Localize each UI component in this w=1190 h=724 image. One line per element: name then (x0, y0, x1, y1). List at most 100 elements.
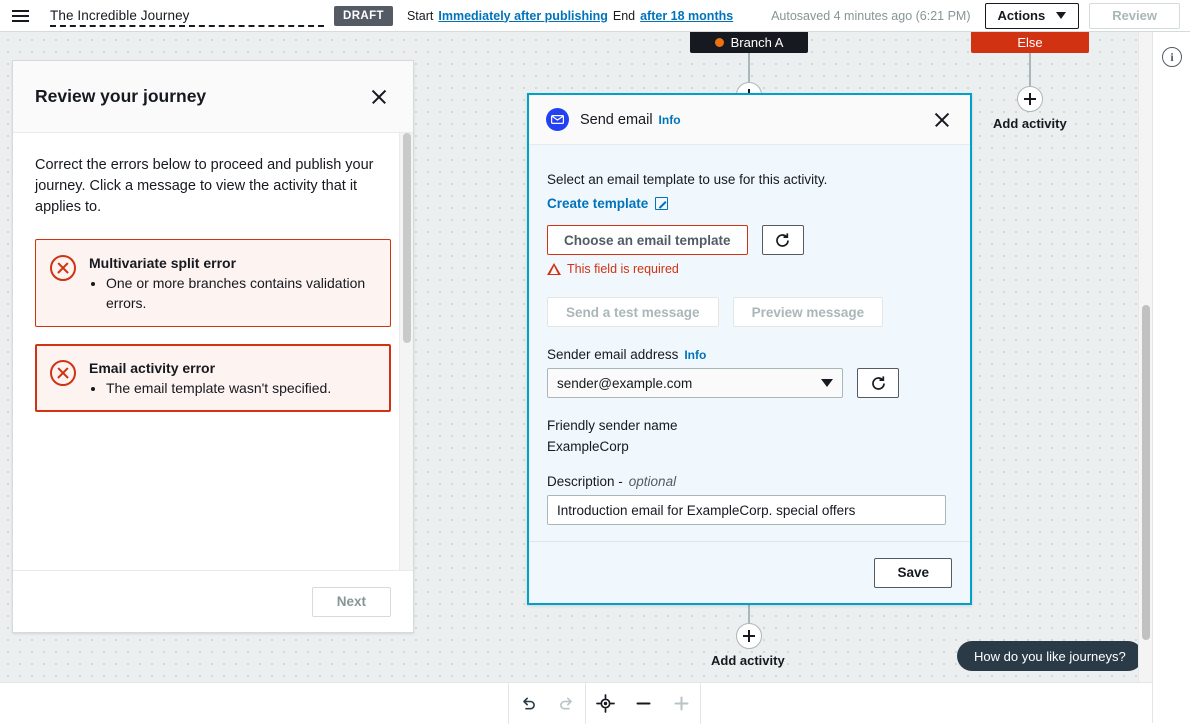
chevron-down-icon (1056, 12, 1066, 19)
review-panel-scrollbar[interactable] (399, 133, 413, 570)
message-actions-row: Send a test message Preview message (547, 297, 952, 327)
journey-canvas[interactable]: Branch A Else Add activity Add activity … (0, 32, 1152, 682)
send-test-message-button[interactable]: Send a test message (547, 297, 719, 327)
review-panel-title: Review your journey (35, 86, 206, 107)
add-activity-label-bottom[interactable]: Add activity (711, 653, 785, 668)
review-panel-header: Review your journey (13, 61, 413, 133)
error-card-multivariate-split[interactable]: Multivariate split error One or more bra… (35, 239, 391, 327)
canvas-bottom-toolbar (0, 682, 1152, 723)
end-value-link[interactable]: after 18 months (640, 9, 733, 23)
email-template-description: Select an email template to use for this… (547, 172, 952, 187)
add-activity-plus-bottom[interactable] (736, 623, 762, 649)
add-activity-label-else[interactable]: Add activity (993, 116, 1067, 131)
hamburger-line (12, 10, 29, 12)
error-card-list: The email template wasn't specified. (106, 378, 331, 398)
friendly-sender-name-value: ExampleCorp (547, 439, 952, 454)
description-optional-text: optional (629, 474, 676, 489)
status-badge: DRAFT (334, 6, 393, 26)
sender-email-select[interactable]: sender@example.com (547, 368, 843, 398)
info-link[interactable]: Info (684, 348, 706, 362)
review-journey-panel: Review your journey Correct the errors b… (12, 60, 414, 633)
send-email-panel-footer: Save (529, 541, 970, 603)
canvas-node-branch-a[interactable]: Branch A (690, 32, 808, 53)
preview-message-button[interactable]: Preview message (733, 297, 884, 327)
chevron-down-icon (821, 379, 833, 387)
sender-email-label-text: Sender email address (547, 347, 678, 362)
connector-line (748, 53, 750, 82)
error-card-item: One or more branches contains validation… (106, 273, 376, 313)
toolbar-divider (700, 683, 701, 724)
canvas-scrollbar[interactable] (1138, 32, 1152, 682)
hamburger-menu-icon[interactable] (0, 0, 40, 32)
email-badge-icon (546, 108, 569, 131)
info-link[interactable]: Info (659, 113, 681, 127)
journey-title-underline (50, 25, 324, 27)
journey-title: The Incredible Journey (50, 8, 190, 23)
branch-status-dot (715, 38, 724, 47)
feedback-pill[interactable]: How do you like journeys? (957, 641, 1143, 671)
review-panel-body: Correct the errors below to proceed and … (13, 133, 413, 570)
friendly-sender-name-label: Friendly sender name (547, 418, 952, 433)
sender-email-label: Sender email address Info (547, 347, 952, 362)
create-template-link[interactable]: Create template (547, 196, 668, 211)
warning-triangle-icon (547, 263, 561, 275)
error-card-email-activity[interactable]: Email activity error The email template … (35, 344, 391, 412)
toolbar-spacer (0, 683, 508, 724)
error-card-title: Email activity error (89, 358, 331, 378)
template-chooser-row: Choose an email template (547, 225, 952, 255)
right-rail: i (1152, 32, 1190, 723)
description-label: Description - optional (547, 474, 952, 489)
review-button[interactable]: Review (1089, 3, 1180, 29)
connector-line (748, 605, 750, 623)
end-label: End (613, 9, 635, 23)
zoom-out-button[interactable] (624, 683, 662, 724)
send-email-panel-title: Send email (580, 112, 653, 128)
sender-email-value: sender@example.com (557, 376, 692, 391)
review-intro-text: Correct the errors below to proceed and … (35, 155, 391, 218)
external-link-icon (655, 197, 668, 210)
zoom-controls (586, 683, 700, 724)
canvas-scrollbar-thumb[interactable] (1142, 305, 1150, 640)
error-circle-icon (50, 255, 76, 281)
canvas-node-else[interactable]: Else (971, 32, 1089, 53)
description-label-text: Description - (547, 474, 623, 489)
autosave-status: Autosaved 4 minutes ago (6:21 PM) (771, 9, 970, 23)
review-panel-scrollbar-thumb[interactable] (403, 133, 411, 343)
error-card-item: The email template wasn't specified. (106, 378, 331, 398)
zoom-in-button[interactable] (662, 683, 700, 724)
send-email-panel-body: Select an email template to use for this… (529, 145, 970, 541)
error-card-title: Multivariate split error (89, 253, 376, 273)
top-bar: The Incredible Journey DRAFT Start Immed… (0, 0, 1190, 32)
schedule-summary: Start Immediately after publishing End a… (407, 9, 733, 23)
save-button[interactable]: Save (874, 558, 952, 588)
error-card-content: Email activity error The email template … (89, 358, 331, 398)
journey-title-field[interactable]: The Incredible Journey (40, 0, 330, 32)
actions-button[interactable]: Actions (985, 3, 1080, 29)
sender-email-row: sender@example.com (547, 368, 952, 398)
next-button[interactable]: Next (312, 587, 391, 617)
choose-email-template-button[interactable]: Choose an email template (547, 225, 748, 255)
start-value-link[interactable]: Immediately after publishing (438, 9, 607, 23)
refresh-sender-button[interactable] (857, 368, 899, 398)
error-card-list: One or more branches contains validation… (106, 273, 376, 313)
history-controls (509, 683, 585, 724)
start-label: Start (407, 9, 433, 23)
review-panel-footer: Next (13, 570, 413, 632)
actions-button-label: Actions (998, 8, 1046, 23)
info-circle-icon[interactable]: i (1162, 47, 1182, 67)
canvas-node-else-label: Else (1017, 35, 1042, 50)
refresh-templates-button[interactable] (762, 225, 804, 255)
center-target-button[interactable] (586, 683, 624, 724)
redo-button[interactable] (547, 683, 585, 724)
send-email-panel-header: Send email Info (529, 95, 970, 145)
send-email-panel: Send email Info Select an email template… (527, 93, 972, 605)
error-card-content: Multivariate split error One or more bra… (89, 253, 376, 313)
description-input[interactable] (547, 495, 946, 525)
create-template-label: Create template (547, 196, 648, 211)
hamburger-line (12, 20, 29, 22)
close-icon[interactable] (367, 85, 391, 109)
close-icon[interactable] (931, 109, 953, 131)
add-activity-plus-else[interactable] (1017, 86, 1043, 112)
undo-button[interactable] (509, 683, 547, 724)
connector-line (1029, 53, 1031, 86)
